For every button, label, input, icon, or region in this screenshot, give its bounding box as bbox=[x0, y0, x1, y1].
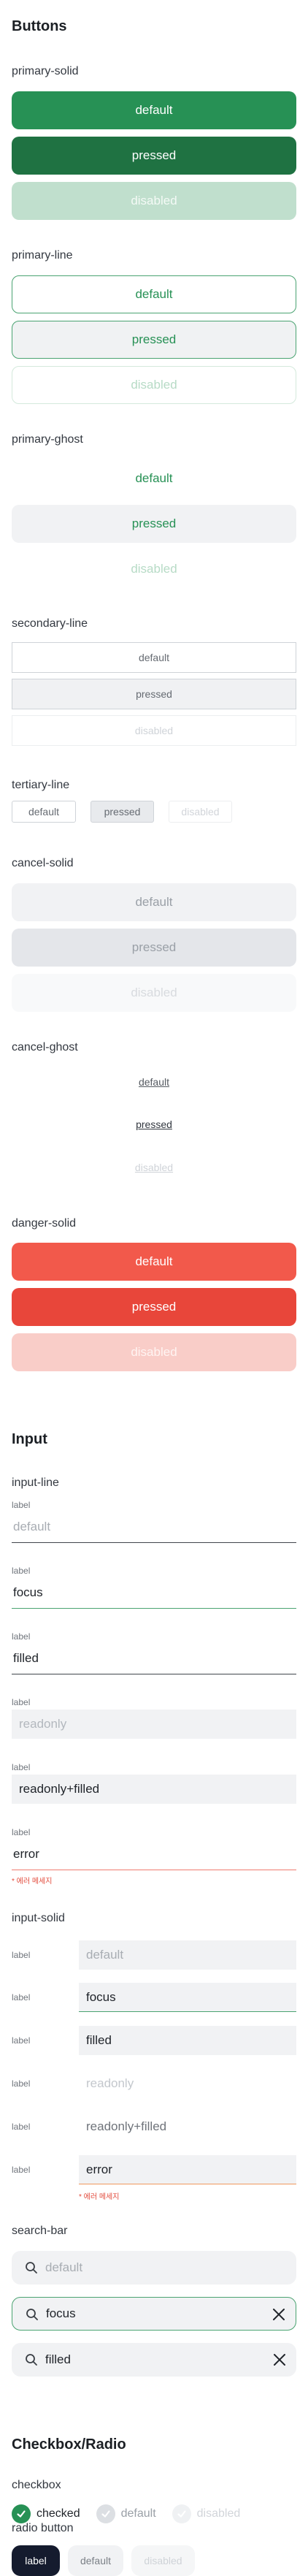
tertiary-line-pressed-button[interactable]: pressed bbox=[91, 801, 154, 823]
secondary-line-default-button[interactable]: default bbox=[12, 642, 296, 673]
input-line-error-field[interactable]: error bbox=[13, 1847, 39, 1861]
tertiary-line-disabled-button: disabled bbox=[169, 801, 232, 823]
radio-button-selected[interactable]: label bbox=[12, 2545, 60, 2576]
tertiary-line-default-button[interactable]: default bbox=[12, 801, 76, 823]
cancel-solid-default-button[interactable]: default bbox=[12, 883, 296, 921]
search-input[interactable]: focus bbox=[46, 2306, 76, 2321]
cancel-ghost-label: cancel-ghost bbox=[12, 1041, 78, 1053]
input-solid-focus-field-label: label bbox=[12, 1992, 31, 2003]
danger-solid-disabled-button: disabled bbox=[12, 1333, 296, 1371]
input-solid-default-field[interactable]: default bbox=[79, 1940, 296, 1970]
tertiary-line-label: tertiary-line bbox=[12, 779, 70, 791]
input-solid-error-field[interactable]: error bbox=[79, 2155, 296, 2184]
input-line-default-underline bbox=[12, 1542, 296, 1543]
search-bar-focus[interactable]: focus bbox=[12, 2297, 296, 2331]
input-solid-readonly-field-label: label bbox=[12, 2078, 31, 2089]
checkbox-checked-label: checked bbox=[36, 2507, 80, 2520]
input-line-readonly-field-label: label bbox=[12, 1697, 31, 1707]
primary-ghost-default-button[interactable]: default bbox=[12, 460, 296, 498]
checkbox-radio-section-title: Checkbox/Radio bbox=[12, 2436, 126, 2453]
close-icon[interactable] bbox=[272, 2308, 285, 2325]
input-line-error-field-label: label bbox=[12, 1827, 31, 1837]
cancel-solid-disabled-button: disabled bbox=[12, 974, 296, 1012]
checkbox-default-label: default bbox=[120, 2507, 156, 2520]
primary-solid-pressed-button[interactable]: pressed bbox=[12, 137, 296, 175]
input-line-focus-underline bbox=[12, 1608, 296, 1609]
cancel-ghost-default-button[interactable]: default bbox=[12, 1076, 296, 1088]
primary-solid-disabled-button: disabled bbox=[12, 182, 296, 220]
primary-ghost-label: primary-ghost bbox=[12, 433, 83, 446]
danger-solid-label: danger-solid bbox=[12, 1217, 77, 1230]
primary-line-default-button[interactable]: default bbox=[12, 275, 296, 313]
input-solid-filled-field-label: label bbox=[12, 2035, 31, 2046]
input-line-default-field-label: label bbox=[12, 1500, 31, 1510]
checkbox-disabled-label: disabled bbox=[196, 2507, 241, 2520]
cancel-solid-pressed-button[interactable]: pressed bbox=[12, 929, 296, 967]
input-line-readonly-filled-field-label: label bbox=[12, 1762, 31, 1772]
cancel-ghost-disabled-button: disabled bbox=[134, 1162, 174, 1173]
radio-button-disabled: disabled bbox=[131, 2545, 195, 2576]
input-solid-readonly-field: readonly bbox=[79, 2069, 296, 2098]
secondary-line-pressed-button[interactable]: pressed bbox=[12, 679, 296, 709]
search-bar-filled[interactable]: filled bbox=[12, 2343, 296, 2377]
cancel-solid-label: cancel-solid bbox=[12, 857, 74, 869]
primary-line-label: primary-line bbox=[12, 249, 73, 262]
search-icon bbox=[25, 2261, 38, 2278]
input-solid-label: input-solid bbox=[12, 1912, 65, 1924]
primary-line-disabled-button: disabled bbox=[12, 366, 296, 404]
primary-ghost-disabled-button: disabled bbox=[131, 562, 177, 576]
input-line-focus-field-label: label bbox=[12, 1566, 31, 1576]
danger-solid-pressed-button[interactable]: pressed bbox=[12, 1288, 296, 1326]
primary-solid-default-button[interactable]: default bbox=[12, 91, 296, 129]
search-input[interactable]: filled bbox=[45, 2352, 71, 2367]
radio-button-default[interactable]: default bbox=[68, 2545, 123, 2576]
input-solid-readonly-filled-field: readonly+filled bbox=[79, 2112, 296, 2141]
secondary-line-label: secondary-line bbox=[12, 617, 88, 630]
check-circle-icon bbox=[172, 2504, 191, 2523]
input-solid-focus-field[interactable]: focus bbox=[79, 1983, 296, 2012]
checkbox-row: checked default disabled bbox=[12, 2504, 256, 2524]
search-icon bbox=[25, 2353, 38, 2370]
input-line-readonly-field: readonly bbox=[12, 1710, 296, 1739]
check-circle-icon[interactable] bbox=[96, 2504, 115, 2523]
search-bar-label: search-bar bbox=[12, 2225, 68, 2237]
primary-ghost-pressed-button[interactable]: pressed bbox=[12, 505, 296, 543]
input-solid-error-field-label: label bbox=[12, 2165, 31, 2175]
input-line-filled-field[interactable]: filled bbox=[13, 1651, 39, 1666]
input-solid-error-message: * 에러 메세지 bbox=[79, 2193, 120, 2201]
search-input[interactable]: default bbox=[45, 2260, 82, 2275]
input-solid-readonly-filled-field-label: label bbox=[12, 2122, 31, 2132]
radio-button-label: radio button bbox=[12, 2522, 74, 2534]
search-bar-default[interactable]: default bbox=[12, 2251, 296, 2285]
checkbox-label: checkbox bbox=[12, 2479, 61, 2491]
primary-line-pressed-button[interactable]: pressed bbox=[12, 321, 296, 359]
close-icon[interactable] bbox=[273, 2353, 286, 2370]
check-circle-icon[interactable] bbox=[12, 2504, 31, 2523]
input-line-error-message: * 에러 메세지 bbox=[12, 1878, 53, 1886]
input-solid-default-field-label: label bbox=[12, 1950, 31, 1960]
input-line-default-field[interactable]: default bbox=[13, 1520, 50, 1534]
search-icon bbox=[26, 2308, 39, 2325]
input-line-readonly-filled-field: readonly+filled bbox=[12, 1775, 296, 1804]
primary-solid-label: primary-solid bbox=[12, 65, 79, 77]
input-solid-filled-field[interactable]: filled bbox=[79, 2026, 296, 2055]
secondary-line-disabled-button: disabled bbox=[12, 715, 296, 746]
buttons-section-title: Buttons bbox=[12, 18, 67, 34]
input-section-title: Input bbox=[12, 1431, 47, 1447]
input-line-label: input-line bbox=[12, 1476, 59, 1489]
input-line-filled-field-label: label bbox=[12, 1631, 31, 1642]
cancel-ghost-pressed-button[interactable]: pressed bbox=[12, 1119, 296, 1130]
input-line-focus-field[interactable]: focus bbox=[13, 1585, 43, 1600]
danger-solid-default-button[interactable]: default bbox=[12, 1243, 296, 1281]
